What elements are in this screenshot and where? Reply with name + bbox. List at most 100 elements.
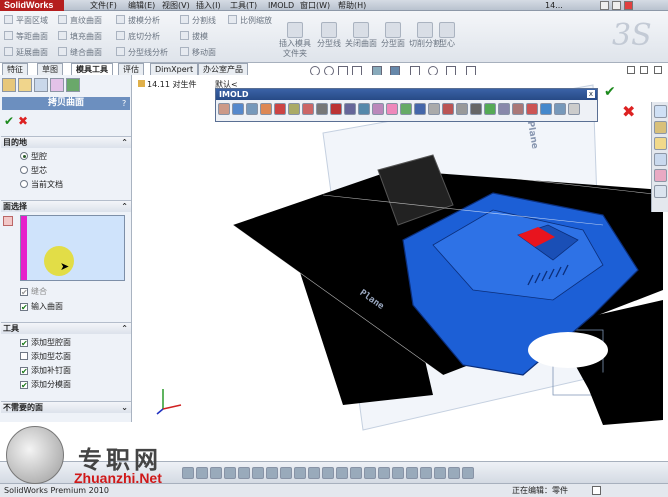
ribbon-undercut-analysis[interactable]: 底切分析 bbox=[116, 30, 160, 43]
imold-feed-icon[interactable] bbox=[288, 103, 300, 115]
tool-add-cavity-faces[interactable]: ✔ 添加型腔面 bbox=[20, 336, 71, 349]
imold-mold-base-icon[interactable] bbox=[274, 103, 286, 115]
tab-evaluate[interactable]: 评估 bbox=[118, 63, 144, 75]
viewport-minimize-icon[interactable] bbox=[627, 66, 635, 74]
menu-imold[interactable]: IMOLD bbox=[268, 0, 294, 11]
ribbon-ruled-surface[interactable]: 直纹曲面 bbox=[58, 14, 102, 27]
status-help-icon[interactable] bbox=[592, 486, 601, 495]
ribbon-draft-analysis[interactable]: 拔模分析 bbox=[116, 14, 160, 27]
ribbon-parting-line-analysis[interactable]: 分型线分析 bbox=[116, 46, 168, 59]
bottom-tool-8-icon[interactable] bbox=[280, 467, 292, 479]
display-manager-icon[interactable] bbox=[66, 78, 80, 92]
close-icon[interactable] bbox=[624, 1, 633, 10]
maximize-icon[interactable] bbox=[612, 1, 621, 10]
ribbon-scale[interactable]: 比例缩放 bbox=[228, 14, 272, 27]
view-palette-icon[interactable] bbox=[654, 153, 667, 166]
menu-help[interactable]: 帮助(H) bbox=[338, 0, 366, 11]
bottom-tool-20-icon[interactable] bbox=[448, 467, 460, 479]
input-surface-checkbox[interactable]: ✔ 输入曲面 bbox=[20, 300, 63, 313]
dimxpert-manager-icon[interactable] bbox=[50, 78, 64, 92]
appearances-icon[interactable] bbox=[654, 169, 667, 182]
imold-ejector-icon[interactable] bbox=[316, 103, 328, 115]
imold-analysis-icon[interactable] bbox=[484, 103, 496, 115]
imold-split-icon[interactable] bbox=[498, 103, 510, 115]
bottom-tool-6-icon[interactable] bbox=[252, 467, 264, 479]
ribbon-move-face[interactable]: 移动面 bbox=[180, 46, 216, 59]
imold-sprue-icon[interactable] bbox=[330, 103, 342, 115]
imold-refresh-icon[interactable] bbox=[526, 103, 538, 115]
ribbon-offset-surface[interactable]: 等距曲面 bbox=[4, 30, 48, 43]
imold-drawing-icon[interactable] bbox=[456, 103, 468, 115]
tab-mold-tools[interactable]: 模具工具 bbox=[71, 63, 113, 75]
imold-slider-icon[interactable] bbox=[344, 103, 356, 115]
section-unwanted-faces[interactable]: 不需要的面 ⌄ bbox=[1, 401, 131, 413]
minimize-icon[interactable] bbox=[600, 1, 609, 10]
file-explorer-icon[interactable] bbox=[654, 137, 667, 150]
imold-lifter-icon[interactable] bbox=[358, 103, 370, 115]
tab-office-products[interactable]: 办公室产品 bbox=[198, 63, 248, 75]
face-selection-box[interactable] bbox=[20, 215, 125, 281]
imold-info-icon[interactable] bbox=[554, 103, 566, 115]
menu-file[interactable]: 文件(F) bbox=[90, 0, 117, 11]
bottom-tool-10-icon[interactable] bbox=[308, 467, 320, 479]
imold-parts-icon[interactable] bbox=[386, 103, 398, 115]
imold-exit-icon[interactable] bbox=[568, 103, 580, 115]
bottom-tool-3-icon[interactable] bbox=[210, 467, 222, 479]
imold-layout-icon[interactable] bbox=[260, 103, 272, 115]
imold-library-icon[interactable] bbox=[470, 103, 482, 115]
section-destination[interactable]: 目的地 ⌃ bbox=[1, 136, 131, 148]
bottom-tool-18-icon[interactable] bbox=[420, 467, 432, 479]
tool-add-patch-faces[interactable]: ✔ 添加补钉面 bbox=[20, 364, 71, 377]
tool-add-core-faces[interactable]: 添加型芯面 bbox=[20, 350, 71, 363]
bottom-tool-9-icon[interactable] bbox=[294, 467, 306, 479]
imold-electrode-icon[interactable] bbox=[414, 103, 426, 115]
configuration-manager-icon[interactable] bbox=[34, 78, 48, 92]
menu-view[interactable]: 视图(V) bbox=[162, 0, 190, 11]
bottom-tool-21-icon[interactable] bbox=[462, 467, 474, 479]
bottom-tool-11-icon[interactable] bbox=[322, 467, 334, 479]
custom-properties-icon[interactable] bbox=[654, 185, 667, 198]
bottom-tool-1-icon[interactable] bbox=[182, 467, 194, 479]
imold-cut-icon[interactable] bbox=[512, 103, 524, 115]
ribbon-parting-surfaces[interactable]: 分型面 bbox=[376, 20, 410, 49]
knit-checkbox[interactable]: ✔ 缝合 bbox=[20, 285, 47, 298]
viewport-restore-icon[interactable] bbox=[640, 66, 648, 74]
menu-edit[interactable]: 编辑(E) bbox=[128, 0, 155, 11]
imold-save-icon[interactable] bbox=[246, 103, 258, 115]
section-tools[interactable]: 工具 ⌃ bbox=[1, 322, 131, 334]
bottom-tool-2-icon[interactable] bbox=[196, 467, 208, 479]
confirm-cancel-icon[interactable]: ✖ bbox=[622, 102, 635, 121]
dest-current-document[interactable]: 当前文档 bbox=[20, 178, 63, 191]
breadcrumb[interactable]: 14.11 对生件 bbox=[138, 79, 196, 90]
confirm-ok-icon[interactable]: ✔ bbox=[604, 84, 616, 100]
ribbon-knit-surface[interactable]: 缝合曲面 bbox=[58, 46, 102, 59]
bottom-tool-4-icon[interactable] bbox=[224, 467, 236, 479]
ribbon-extend-surface[interactable]: 延展曲面 bbox=[4, 46, 48, 59]
dest-core[interactable]: 型芯 bbox=[20, 164, 47, 177]
bottom-tool-16-icon[interactable] bbox=[392, 467, 404, 479]
dest-cavity[interactable]: 型腔 bbox=[20, 150, 47, 163]
help-icon[interactable]: ? bbox=[122, 99, 126, 108]
imold-cooling-icon[interactable] bbox=[302, 103, 314, 115]
ribbon-split-line[interactable]: 分割线 bbox=[180, 14, 216, 27]
imold-view-icon[interactable] bbox=[400, 103, 412, 115]
bottom-tool-12-icon[interactable] bbox=[336, 467, 348, 479]
ribbon-shut-off-surfaces[interactable]: 关闭曲面 bbox=[344, 20, 378, 49]
imold-data-prep-icon[interactable] bbox=[218, 103, 230, 115]
viewport-close-icon[interactable] bbox=[654, 66, 662, 74]
resources-icon[interactable] bbox=[654, 105, 667, 118]
bottom-tool-17-icon[interactable] bbox=[406, 467, 418, 479]
imold-project-setup-icon[interactable] bbox=[232, 103, 244, 115]
menu-tools[interactable]: 工具(T) bbox=[230, 0, 257, 11]
menu-insert[interactable]: 插入(I) bbox=[196, 0, 221, 11]
ribbon-core[interactable]: 型心 bbox=[430, 20, 464, 49]
imold-bom-icon[interactable] bbox=[442, 103, 454, 115]
bottom-tool-19-icon[interactable] bbox=[434, 467, 446, 479]
menu-window[interactable]: 窗口(W) bbox=[300, 0, 330, 11]
graphics-area[interactable]: Plane Plane bbox=[133, 75, 668, 461]
design-library-icon[interactable] bbox=[654, 121, 667, 134]
ok-icon[interactable]: ✔ bbox=[4, 114, 14, 128]
ribbon-fill-surface[interactable]: 填充曲面 bbox=[58, 30, 102, 43]
bottom-tool-14-icon[interactable] bbox=[364, 467, 376, 479]
feature-manager-icon[interactable] bbox=[2, 78, 16, 92]
